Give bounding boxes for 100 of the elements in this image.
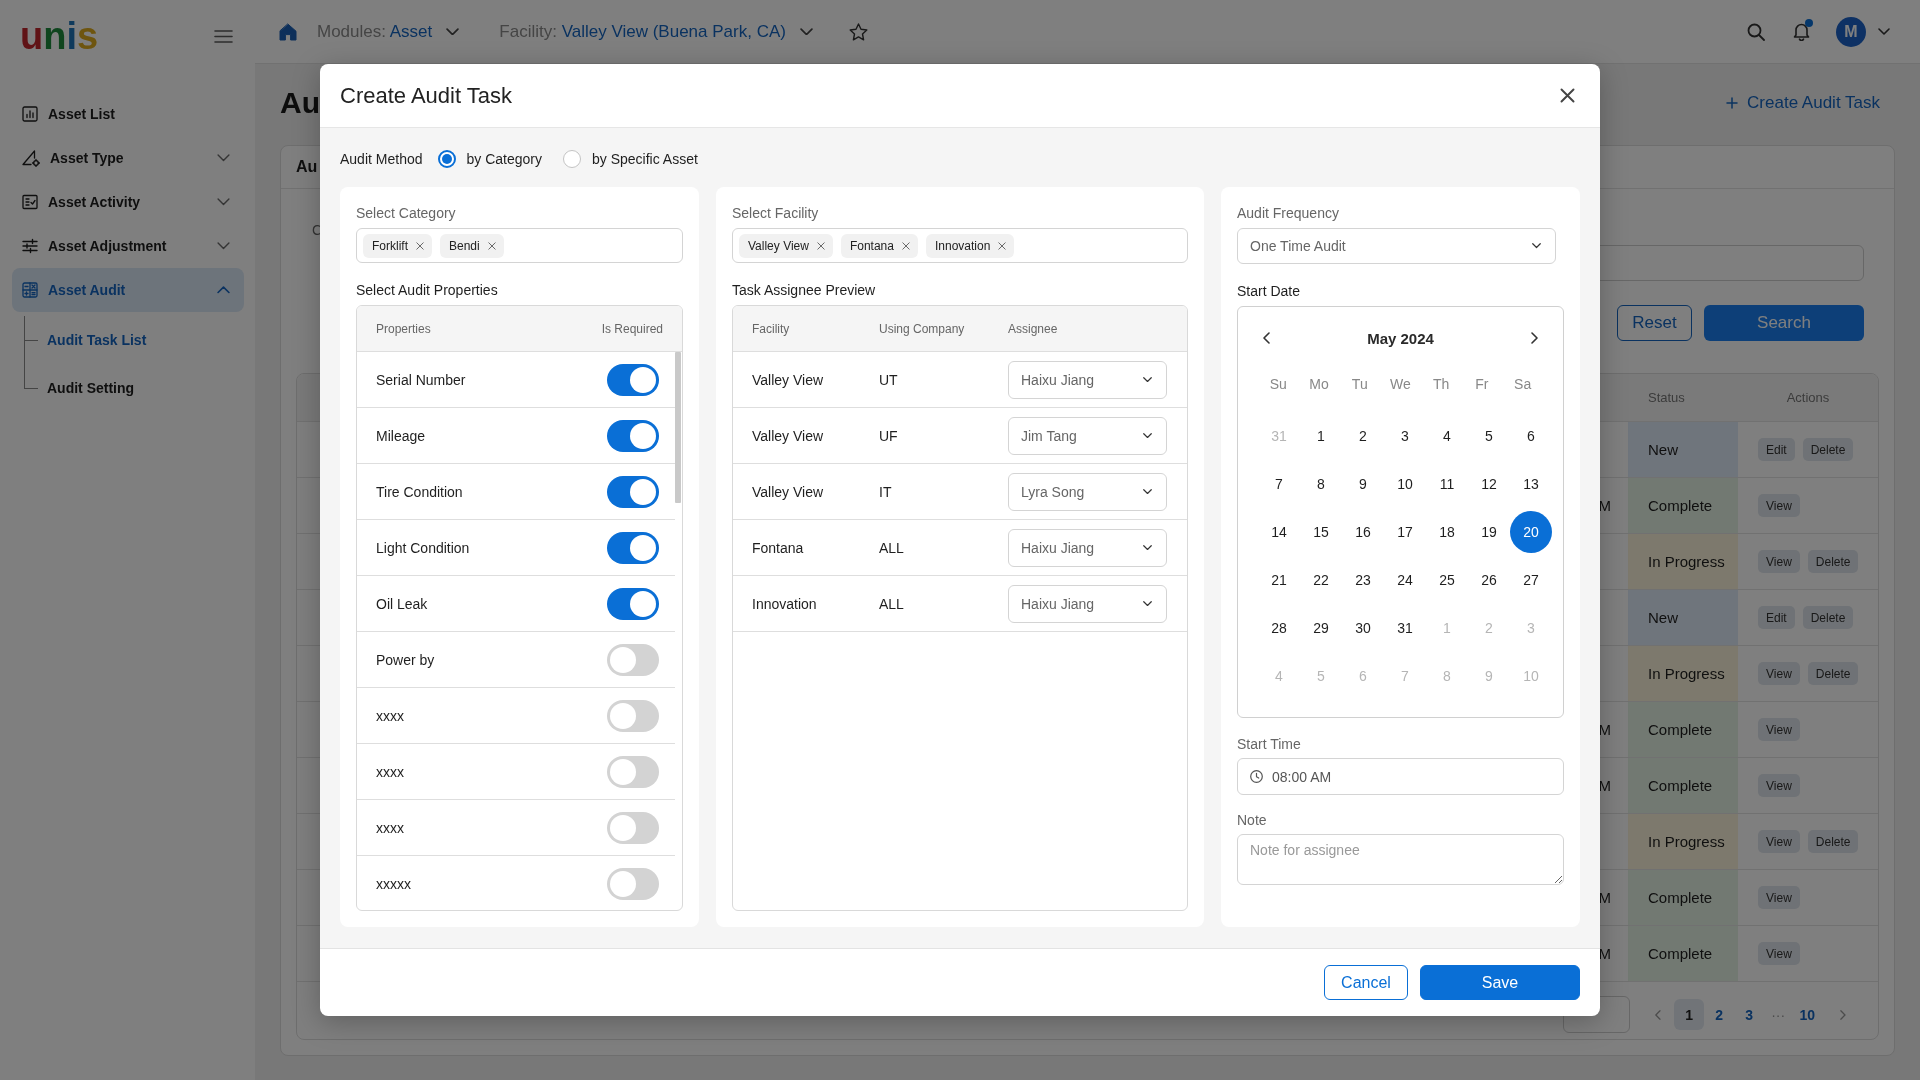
calendar-day[interactable]: 20 <box>1510 511 1552 553</box>
nav-item[interactable]: Asset Adjustment <box>12 224 244 268</box>
calendar-day[interactable]: 22 <box>1300 559 1342 601</box>
nav-subitem[interactable]: Audit Setting <box>24 364 244 412</box>
calendar-day[interactable]: 26 <box>1468 559 1510 601</box>
calendar-day[interactable]: 23 <box>1342 559 1384 601</box>
nav-item[interactable]: Asset List <box>12 92 244 136</box>
tag-select-field[interactable]: Forklift Bendi <box>356 228 683 263</box>
row-action-button[interactable]: Edit <box>1758 606 1795 629</box>
page-button[interactable]: 1 <box>1674 999 1705 1030</box>
toggle-switch[interactable] <box>607 419 659 452</box>
chevron-down-icon[interactable] <box>1878 28 1890 35</box>
toggle-switch[interactable] <box>607 699 659 732</box>
calendar-day[interactable]: 28 <box>1258 607 1300 649</box>
row-action-button[interactable]: Delete <box>1802 606 1854 629</box>
page-button[interactable]: 2 <box>1704 999 1735 1030</box>
facility-selector[interactable]: Facility: Valley View (Buena Park, CA) <box>499 21 813 42</box>
calendar-day[interactable]: 1 <box>1300 415 1342 457</box>
assignee-select[interactable]: Jim Tang <box>1008 416 1167 455</box>
card-tab[interactable]: Au <box>296 158 318 176</box>
home-icon[interactable] <box>279 22 297 41</box>
row-action-button[interactable]: View <box>1758 550 1800 573</box>
radio-option[interactable]: by Specific Asset <box>563 150 698 168</box>
nav-item[interactable]: Asset Type <box>12 136 244 180</box>
calendar-day[interactable]: 2 <box>1342 415 1384 457</box>
assignee-select[interactable]: Haixu Jiang <box>1008 584 1167 623</box>
row-action-button[interactable]: View <box>1758 662 1800 685</box>
reset-button[interactable]: Reset <box>1617 305 1692 341</box>
create-task-link[interactable]: Create Audit Task <box>1726 93 1880 113</box>
nav-item[interactable]: Asset Activity <box>12 180 244 224</box>
calendar-day[interactable]: 3 <box>1384 415 1426 457</box>
calendar-day[interactable]: 21 <box>1258 559 1300 601</box>
search-icon[interactable] <box>1747 22 1765 41</box>
calendar-day[interactable]: 4 <box>1426 415 1468 457</box>
calendar-day[interactable]: 25 <box>1426 559 1468 601</box>
row-action-button[interactable]: Delete <box>1807 550 1859 573</box>
assignee-select[interactable]: Lyra Song <box>1008 472 1167 511</box>
previous-month-icon[interactable] <box>1263 332 1270 344</box>
row-action-button[interactable]: Delete <box>1807 662 1859 685</box>
calendar-day[interactable]: 13 <box>1510 463 1552 505</box>
calendar-day[interactable]: 16 <box>1342 511 1384 553</box>
toggle-switch[interactable] <box>607 755 659 788</box>
time-field[interactable]: 08:00 AM <box>1237 758 1564 795</box>
module-selector[interactable]: Modules: Asset <box>317 21 460 42</box>
remove-icon[interactable] <box>416 241 424 250</box>
calendar-day[interactable]: 14 <box>1258 511 1300 553</box>
calendar-day[interactable]: 15 <box>1300 511 1342 553</box>
page-button[interactable]: 10 <box>1792 999 1823 1030</box>
frequency-select[interactable]: One Time Audit <box>1237 228 1556 264</box>
note-field[interactable]: Note for assignee <box>1237 834 1564 885</box>
calendar-day[interactable]: 7 <box>1258 463 1300 505</box>
calendar-day[interactable]: 18 <box>1426 511 1468 553</box>
save-button[interactable]: Save <box>1420 965 1580 1000</box>
calendar-day[interactable]: 8 <box>1300 463 1342 505</box>
calendar-day[interactable]: 11 <box>1426 463 1468 505</box>
calendar-day[interactable]: 27 <box>1510 559 1552 601</box>
calendar-day[interactable]: 6 <box>1510 415 1552 457</box>
calendar-day[interactable]: 9 <box>1342 463 1384 505</box>
row-action-button[interactable]: View <box>1758 942 1800 965</box>
row-action-button[interactable]: Delete <box>1802 438 1854 461</box>
row-action-button[interactable]: Delete <box>1807 830 1859 853</box>
calendar-day[interactable]: 24 <box>1384 559 1426 601</box>
calendar-day[interactable]: 31 <box>1384 607 1426 649</box>
toggle-switch[interactable] <box>607 643 659 676</box>
calendar-day[interactable]: 5 <box>1468 415 1510 457</box>
calendar-day[interactable]: 30 <box>1342 607 1384 649</box>
remove-icon[interactable] <box>998 241 1007 250</box>
row-action-button[interactable]: View <box>1758 830 1800 853</box>
toggle-switch[interactable] <box>607 811 659 844</box>
cancel-button[interactable]: Cancel <box>1324 965 1408 1000</box>
assignee-select[interactable]: Haixu Jiang <box>1008 360 1167 399</box>
assignee-select[interactable]: Haixu Jiang <box>1008 528 1167 567</box>
calendar-day[interactable]: 10 <box>1384 463 1426 505</box>
calendar-day[interactable]: 19 <box>1468 511 1510 553</box>
next-month-icon[interactable] <box>1531 332 1538 344</box>
avatar[interactable]: M <box>1836 16 1866 47</box>
nav-subitem[interactable]: Audit Task List <box>24 316 244 364</box>
page-button[interactable]: 3 <box>1734 999 1765 1030</box>
radio-option[interactable]: by Category <box>437 150 542 168</box>
close-icon[interactable] <box>1560 88 1575 103</box>
search-button[interactable]: Search <box>1704 305 1864 341</box>
row-action-button[interactable]: View <box>1758 718 1800 741</box>
toggle-switch[interactable] <box>607 867 659 900</box>
calendar-day[interactable]: 29 <box>1300 607 1342 649</box>
menu-icon[interactable] <box>214 29 233 43</box>
bell-icon[interactable] <box>1793 22 1810 41</box>
tag-select-field[interactable]: Valley View Fontana Innovation <box>732 228 1188 263</box>
row-action-button[interactable]: View <box>1758 494 1800 517</box>
calendar-day[interactable]: 17 <box>1384 511 1426 553</box>
remove-icon[interactable] <box>816 241 825 250</box>
row-action-button[interactable]: Edit <box>1758 438 1795 461</box>
toggle-switch[interactable] <box>607 531 659 564</box>
remove-icon[interactable] <box>487 241 496 250</box>
remove-icon[interactable] <box>901 241 910 250</box>
toggle-switch[interactable] <box>607 475 659 508</box>
row-action-button[interactable]: View <box>1758 774 1800 797</box>
star-icon[interactable] <box>848 22 868 41</box>
toggle-switch[interactable] <box>607 587 659 620</box>
scrollbar-thumb[interactable] <box>675 352 681 503</box>
calendar-day[interactable]: 12 <box>1468 463 1510 505</box>
